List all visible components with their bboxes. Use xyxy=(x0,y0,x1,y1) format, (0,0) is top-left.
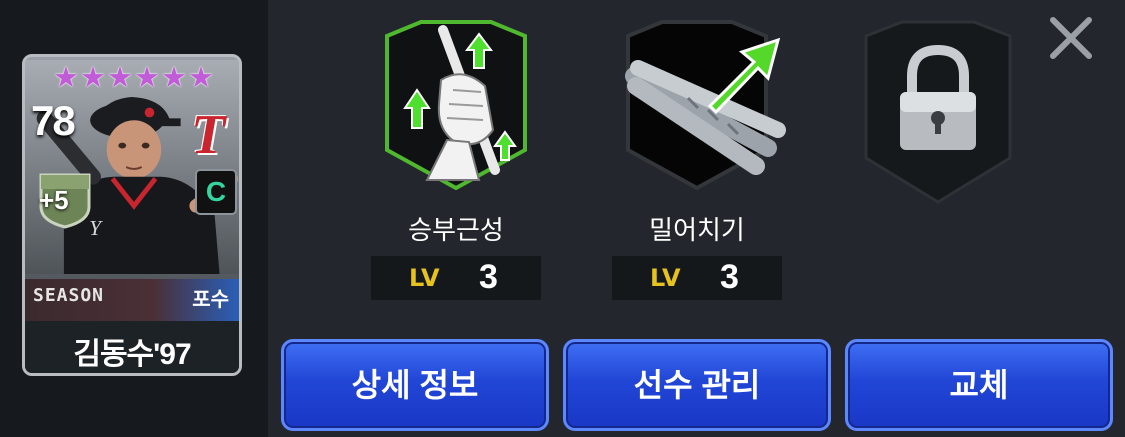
skill-level-box: LV 3 xyxy=(612,256,782,300)
player-card-panel: Y ★ ★ ★ ★ ★ ★ 78 T +5 C SEASON 포수 김동수'97 xyxy=(0,0,268,437)
skill-slot-locked[interactable] xyxy=(858,18,1028,308)
player-name: 김동수'97 xyxy=(73,338,191,371)
star-icon: ★ xyxy=(161,62,187,94)
player-card[interactable]: Y ★ ★ ★ ★ ★ ★ 78 T +5 C SEASON 포수 김동수'97 xyxy=(22,54,242,376)
lv-label: LV xyxy=(650,264,681,292)
grade-badge: C xyxy=(195,169,237,215)
detail-info-button[interactable]: 상세 정보 xyxy=(281,339,549,431)
player-skill-popup: Y ★ ★ ★ ★ ★ ★ 78 T +5 C SEASON 포수 김동수'97… xyxy=(0,0,1125,437)
close-icon[interactable] xyxy=(1045,12,1097,64)
star-icon: ★ xyxy=(188,62,214,94)
position-label: 포수 xyxy=(192,289,229,311)
star-icon: ★ xyxy=(107,62,133,94)
star-icon: ★ xyxy=(134,62,160,94)
skill-name: 밀어치기 xyxy=(649,215,745,245)
replace-button[interactable]: 교체 xyxy=(845,339,1113,431)
skill-level: 3 xyxy=(479,258,498,296)
skill-slot-2[interactable]: 밀어치기 LV 3 xyxy=(612,18,786,308)
lock-icon xyxy=(864,20,1012,204)
star-rating: ★ ★ ★ ★ ★ ★ xyxy=(53,63,214,93)
skill-level: 3 xyxy=(720,258,739,296)
player-manage-button[interactable]: 선수 관리 xyxy=(563,339,831,431)
star-icon: ★ xyxy=(53,62,79,94)
lv-label: LV xyxy=(409,264,440,292)
star-icon: ★ xyxy=(80,62,106,94)
overall-rating: 78 xyxy=(31,97,76,144)
team-logo: T xyxy=(191,104,226,166)
batting-grip-icon xyxy=(385,20,527,190)
bat-push-icon xyxy=(625,20,786,190)
skill-name: 승부근성 xyxy=(408,215,504,245)
boost-level: +5 xyxy=(39,185,69,215)
skill-slot-1[interactable]: 승부근성 LV 3 xyxy=(371,18,541,308)
skill-level-box: LV 3 xyxy=(371,256,541,300)
season-label: SEASON xyxy=(33,285,105,306)
